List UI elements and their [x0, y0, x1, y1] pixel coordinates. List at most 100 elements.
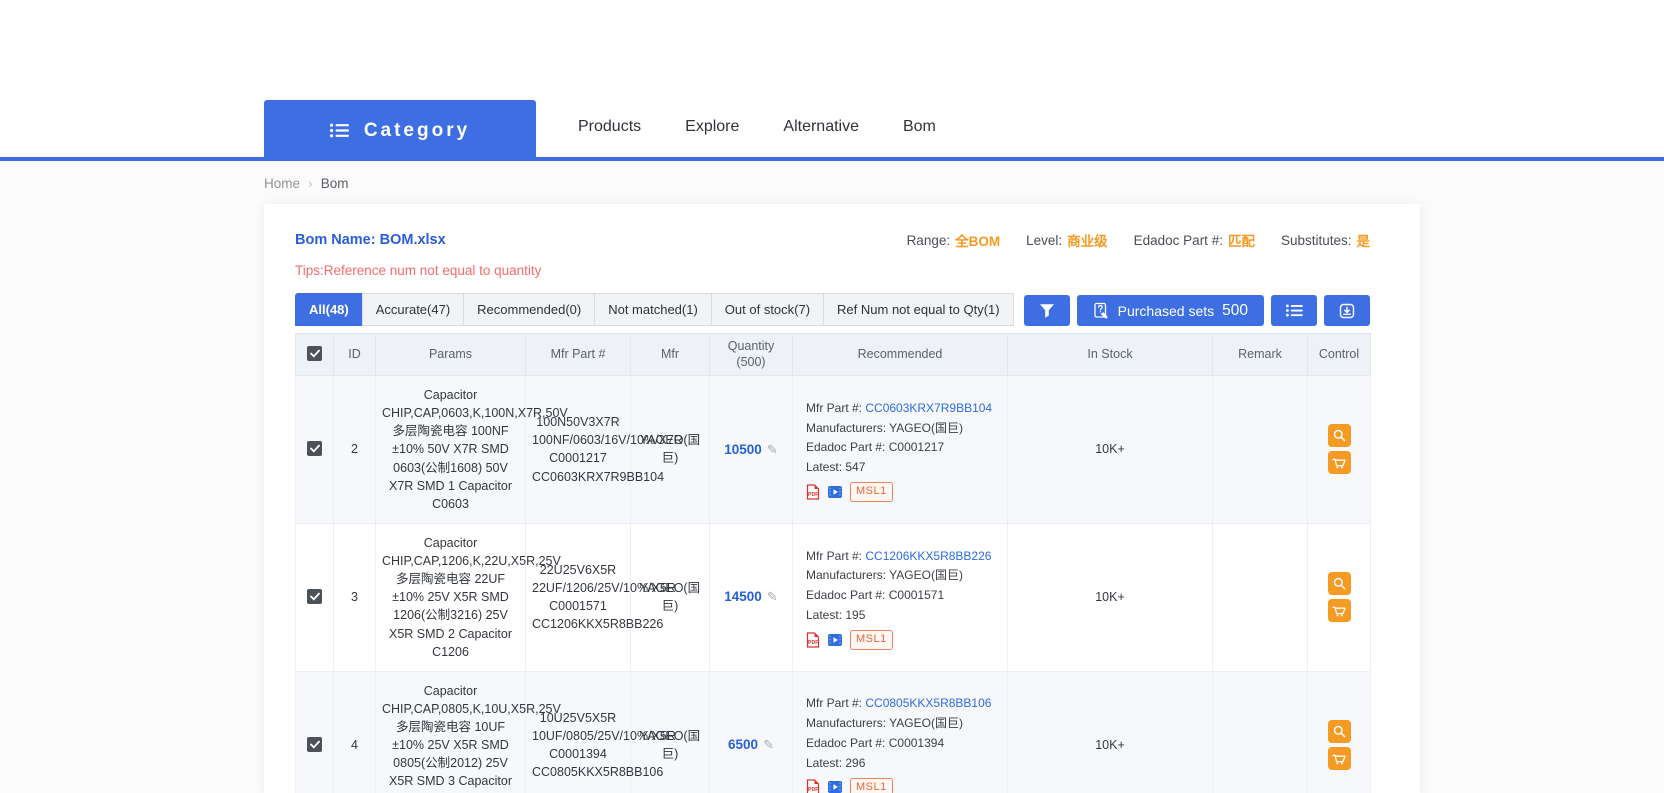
row-checkbox[interactable] — [307, 441, 322, 456]
header-mfr-part: Mfr Part # — [526, 334, 631, 376]
row-quantity[interactable]: 6500 — [728, 737, 758, 752]
order-edit-icon — [1093, 302, 1110, 319]
meta-level-value[interactable]: 商业级 — [1067, 230, 1108, 250]
bom-table: ID Params Mfr Part # Mfr Quantity (500) … — [295, 333, 1371, 793]
row-mfr: YAGEO(国巨) — [631, 523, 710, 671]
video-icon[interactable] — [827, 485, 843, 499]
edit-icon[interactable]: ✎ — [767, 589, 778, 604]
row-recommended: Mfr Part #: CC1206KKX5R8BB226 Manufactur… — [793, 523, 1008, 671]
video-icon[interactable] — [827, 633, 843, 647]
table-row: 2 Capacitor CHIP,CAP,0603,K,100N,X7R,50V… — [296, 376, 1371, 524]
row-select-cell — [296, 671, 334, 793]
recommended-manufacturer: YAGEO(国巨) — [889, 421, 963, 435]
search-button[interactable] — [1328, 424, 1351, 447]
recommended-latest: 195 — [845, 608, 865, 622]
pdf-icon[interactable]: PDF — [806, 779, 820, 793]
row-params: Capacitor CHIP,CAP,0603,K,100N,X7R,50V 多… — [376, 376, 526, 524]
breadcrumb: Home › Bom — [264, 174, 1664, 192]
filter-icon — [1039, 303, 1055, 319]
bom-name-value: BOM.xlsx — [380, 232, 446, 248]
bom-meta: Range:全BOM Level:商业级 Edadoc Part #:匹配 Su… — [907, 230, 1370, 250]
svg-text:PDF: PDF — [808, 788, 818, 793]
breadcrumb-current: Bom — [321, 176, 349, 191]
tab-ref-num-not-equal[interactable]: Ref Num not equal to Qty(1) — [823, 293, 1014, 326]
row-in-stock: 10K+ — [1008, 376, 1213, 524]
row-quantity[interactable]: 14500 — [724, 589, 762, 604]
search-button[interactable] — [1328, 720, 1351, 743]
meta-range-label: Range: — [907, 233, 951, 248]
row-remark — [1213, 671, 1308, 793]
nav-item-alternative[interactable]: Alternative — [783, 118, 859, 136]
tab-accurate[interactable]: Accurate(47) — [362, 293, 464, 326]
pdf-icon[interactable]: PDF — [806, 484, 820, 500]
download-button[interactable] — [1324, 295, 1370, 326]
recommended-mfr-part-link[interactable]: CC0805KKX5R8BB106 — [865, 696, 991, 710]
table-header-row: ID Params Mfr Part # Mfr Quantity (500) … — [296, 334, 1371, 376]
page-body: Home › Bom Bom Name: BOM.xlsx Range: 全BOM… — [0, 161, 1664, 793]
msl-badge: MSL1 — [850, 630, 893, 650]
nav-item-products[interactable]: Products — [578, 118, 641, 136]
meta-edadoc-part-value[interactable]: 匹配 — [1228, 230, 1255, 250]
row-params: Capacitor CHIP,CAP,1206,K,22U,X5R,25V 多层… — [376, 523, 526, 671]
nav-item-explore[interactable]: Explore — [685, 118, 739, 136]
header-id: ID — [334, 334, 376, 376]
tab-recommended[interactable]: Recommended(0) — [463, 293, 595, 326]
filter-button[interactable] — [1024, 295, 1070, 326]
row-mfr: YAGEO(国巨) — [631, 376, 710, 524]
row-select-cell — [296, 523, 334, 671]
recommended-mfr-part-link[interactable]: CC1206KKX5R8BB226 — [865, 549, 991, 563]
row-select-cell — [296, 376, 334, 524]
edit-icon[interactable]: ✎ — [763, 737, 774, 752]
row-quantity-cell: 10500 ✎ — [710, 376, 793, 524]
row-remark — [1213, 376, 1308, 524]
row-mfr-part: 100N50V3X7R 100NF/0603/16V/10%/X7R C0001… — [526, 376, 631, 524]
tab-not-matched[interactable]: Not matched(1) — [594, 293, 712, 326]
row-id: 2 — [334, 376, 376, 524]
recommended-manufacturer: YAGEO(国巨) — [889, 568, 963, 582]
category-list-icon — [330, 123, 349, 138]
header-control: Control — [1308, 334, 1371, 376]
video-icon[interactable] — [827, 780, 843, 793]
row-checkbox[interactable] — [307, 589, 322, 604]
recommended-manufacturer: YAGEO(国巨) — [889, 716, 963, 730]
table-body: 2 Capacitor CHIP,CAP,0603,K,100N,X7R,50V… — [296, 376, 1371, 793]
search-button[interactable] — [1328, 572, 1351, 595]
edit-icon[interactable]: ✎ — [767, 442, 778, 457]
row-recommended: Mfr Part #: CC0805KKX5R8BB106 Manufactur… — [793, 671, 1008, 793]
purchased-sets-button[interactable]: Purchased sets 500 — [1077, 295, 1264, 326]
row-quantity-cell: 6500 ✎ — [710, 671, 793, 793]
filter-tabs: All(48) Accurate(47) Recommended(0) Not … — [295, 293, 1014, 326]
add-to-cart-button[interactable] — [1328, 599, 1351, 622]
meta-substitutes-value[interactable]: 是 — [1357, 230, 1371, 250]
breadcrumb-home[interactable]: Home — [264, 176, 300, 191]
svg-text:PDF: PDF — [808, 640, 818, 646]
header-remark: Remark — [1213, 334, 1308, 376]
recommended-latest: 547 — [845, 460, 865, 474]
tab-all[interactable]: All(48) — [295, 293, 363, 326]
header-select-all — [296, 334, 334, 376]
tab-out-of-stock[interactable]: Out of stock(7) — [711, 293, 824, 326]
row-quantity[interactable]: 10500 — [724, 442, 762, 457]
add-to-cart-button[interactable] — [1328, 747, 1351, 770]
add-to-cart-button[interactable] — [1328, 451, 1351, 474]
select-all-checkbox[interactable] — [307, 346, 322, 361]
row-recommended: Mfr Part #: CC0603KRX7R9BB104 Manufactur… — [793, 376, 1008, 524]
download-icon — [1339, 303, 1355, 319]
recommended-edadoc-part: C0001571 — [889, 588, 944, 602]
purchased-sets-count: 500 — [1222, 302, 1248, 320]
meta-edadoc-part-label: Edadoc Part #: — [1134, 233, 1223, 248]
recommended-mfr-part-link[interactable]: CC0603KRX7R9BB104 — [865, 401, 992, 415]
list-view-icon — [1286, 304, 1303, 317]
meta-range-value[interactable]: 全BOM — [955, 230, 1000, 250]
row-checkbox[interactable] — [307, 737, 322, 752]
pdf-icon[interactable]: PDF — [806, 632, 820, 648]
header-mfr: Mfr — [631, 334, 710, 376]
category-button[interactable]: Category — [264, 100, 536, 161]
bom-name: Bom Name: BOM.xlsx — [295, 232, 446, 248]
recommended-edadoc-part: C0001217 — [889, 440, 944, 454]
list-view-button[interactable] — [1271, 295, 1317, 326]
row-quantity-cell: 14500 ✎ — [710, 523, 793, 671]
header-recommended: Recommended — [793, 334, 1008, 376]
row-mfr-part: 10U25V5X5R 10UF/0805/25V/10%/X5R C000139… — [526, 671, 631, 793]
nav-item-bom[interactable]: Bom — [903, 118, 936, 136]
